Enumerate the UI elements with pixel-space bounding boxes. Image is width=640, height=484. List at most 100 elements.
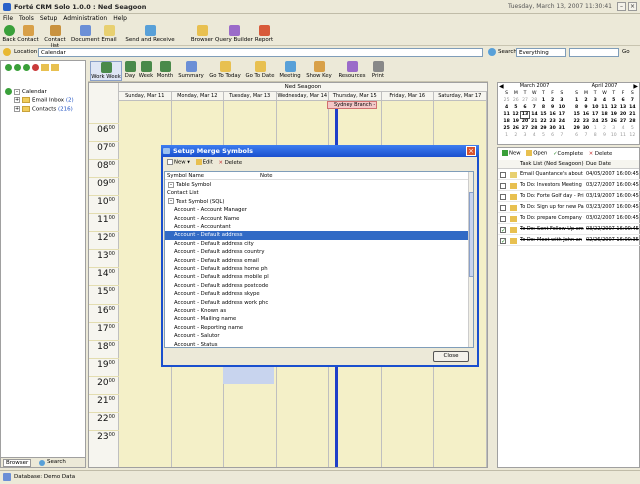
symbol-item[interactable]: Account - Account Manager <box>165 206 468 214</box>
symbol-group[interactable]: – Text Symbol (SQL) <box>165 198 468 206</box>
mini-calendar-day[interactable]: 29 <box>539 125 548 132</box>
mini-calendar-day[interactable]: 11 <box>600 104 609 111</box>
meeting-button[interactable]: Meeting <box>278 61 302 81</box>
mini-calendar-day[interactable]: 19 <box>609 111 618 118</box>
mini-calendar-day[interactable]: 13 <box>618 104 627 111</box>
menu-setup[interactable]: Setup <box>37 14 60 23</box>
mini-calendar-day[interactable]: 22 <box>539 118 548 125</box>
go-to-today-button[interactable]: Go To Today <box>208 61 242 81</box>
mini-calendar-day[interactable]: 5 <box>628 125 637 132</box>
symbol-item[interactable]: Account - Mailing name <box>165 315 468 323</box>
mini-calendar-day[interactable]: 9 <box>548 104 557 111</box>
mini-calendar-day[interactable]: 15 <box>539 111 548 118</box>
tree-remove-icon[interactable] <box>32 64 39 71</box>
mini-calendar-day[interactable]: 5 <box>609 97 618 104</box>
task-row[interactable]: To Do: prepare Company (03/02/2007 16:00… <box>498 214 640 224</box>
mini-calendar-day[interactable]: 16 <box>548 111 557 118</box>
symbol-item[interactable]: Account - Known as <box>165 307 468 315</box>
mini-calendar-day[interactable]: 2 <box>511 132 520 139</box>
symbol-item[interactable]: Account - Default address home ph <box>165 265 468 273</box>
contact-list-button[interactable]: Contact list <box>40 25 70 49</box>
mini-calendar-day[interactable]: 16 <box>581 111 590 118</box>
mini-calendar-day[interactable]: 24 <box>591 118 600 125</box>
minimize-button[interactable]: – <box>617 2 626 11</box>
symbol-item[interactable]: Account - Account Name <box>165 215 468 223</box>
task-row[interactable]: To Do: Sign up for new Pa 03/23/2007 16:0… <box>498 203 640 213</box>
collapse-icon[interactable]: – <box>168 181 174 188</box>
mini-calendar-day[interactable]: 10 <box>609 132 618 139</box>
symbol-item[interactable]: Account - Default address city <box>165 240 468 248</box>
mini-calendar-day[interactable]: 30 <box>548 125 557 132</box>
send-receive-button[interactable]: Send and Receive <box>119 25 181 45</box>
mini-calendar-day[interactable]: 4 <box>600 97 609 104</box>
tab-browser[interactable]: Browser <box>3 459 32 467</box>
tree-newfolder-icon[interactable] <box>51 64 59 71</box>
mini-calendar-day[interactable]: 25 <box>502 125 511 132</box>
mini-calendar-day[interactable]: 7 <box>628 97 637 104</box>
symbol-item[interactable]: Account - Default address work phc <box>165 299 468 307</box>
mini-calendar-day[interactable]: 27 <box>618 118 627 125</box>
column-due-date[interactable]: Due Date <box>586 160 611 169</box>
mini-calendar-day[interactable]: 8 <box>591 132 600 139</box>
menu-administration[interactable]: Administration <box>60 14 110 23</box>
mini-calendar-day[interactable]: 6 <box>572 132 581 139</box>
mini-calendar-day[interactable]: 9 <box>581 104 590 111</box>
browser-button[interactable]: Browser <box>190 25 214 45</box>
mini-calendar-day[interactable]: 9 <box>600 132 609 139</box>
query-builder-button[interactable]: Query Builder <box>215 25 253 45</box>
close-window-button[interactable]: × <box>628 2 637 11</box>
mini-calendar-day[interactable]: 5 <box>539 132 548 139</box>
mini-calendar-day[interactable]: 14 <box>530 111 539 118</box>
tree-forward-icon[interactable] <box>14 64 21 71</box>
contact-button[interactable]: Contact <box>17 25 39 45</box>
mini-calendar-day[interactable]: 19 <box>511 118 520 125</box>
mini-calendar-day[interactable]: 1 <box>572 97 581 104</box>
scrollbar-thumb[interactable] <box>469 192 473 277</box>
search-go-button[interactable]: Go <box>622 49 630 55</box>
mini-calendar-day[interactable]: 3 <box>557 97 566 104</box>
task-row[interactable]: To Do: Forte Golf day - Pri 03/19/2007 16… <box>498 192 640 202</box>
mini-calendar-day[interactable]: 6 <box>520 104 529 111</box>
mini-calendar-day[interactable]: 24 <box>557 118 566 125</box>
calendar-event[interactable]: Sydney Branch - <box>327 101 377 109</box>
mini-calendar-day[interactable]: 3 <box>591 97 600 104</box>
menu-tools[interactable]: Tools <box>16 14 37 23</box>
mini-calendar-day[interactable]: 10 <box>591 104 600 111</box>
mini-calendar-day[interactable]: 4 <box>618 125 627 132</box>
symbol-item[interactable]: Account - Accountant <box>165 223 468 231</box>
dialog-new-button[interactable]: New ▾ <box>165 159 192 166</box>
symbol-item[interactable]: Contact List <box>165 189 468 197</box>
go-to-date-button[interactable]: Go To Date <box>244 61 276 81</box>
collapse-icon[interactable]: – <box>168 198 174 205</box>
mini-calendar-day[interactable]: 17 <box>557 111 566 118</box>
mini-calendar-day[interactable]: 10 <box>557 104 566 111</box>
mini-calendar-day[interactable]: 1 <box>502 132 511 139</box>
task-checkbox[interactable] <box>500 205 506 211</box>
task-new-button[interactable]: New <box>500 150 523 157</box>
month-view-button[interactable]: Month <box>155 61 175 81</box>
symbol-group[interactable]: – Table Symbol <box>165 181 468 189</box>
symbol-item[interactable]: Account - Default address email <box>165 257 468 265</box>
mini-calendar-day[interactable]: 14 <box>628 104 637 111</box>
print-button[interactable]: Print <box>370 61 386 81</box>
tree-add-icon[interactable] <box>23 64 30 71</box>
tree-item-email-inbox[interactable]: + Email Inbox (2) <box>14 97 74 104</box>
task-checkbox[interactable] <box>500 226 506 234</box>
mini-calendar-day[interactable]: 8 <box>572 104 581 111</box>
mini-calendar-day[interactable]: 26 <box>511 97 520 104</box>
mini-calendar-day[interactable]: 21 <box>530 118 539 125</box>
mini-calendar-day[interactable]: 13 <box>519 110 531 119</box>
mini-calendar-day[interactable]: 12 <box>628 132 637 139</box>
mini-calendar-day[interactable]: 3 <box>520 132 529 139</box>
tree-folder-icon[interactable] <box>41 64 49 71</box>
mini-calendar-day[interactable]: 8 <box>539 104 548 111</box>
mini-calendar-day[interactable]: 23 <box>548 118 557 125</box>
task-checkbox[interactable] <box>500 216 506 222</box>
dialog-edit-button[interactable]: Edit <box>194 159 215 166</box>
work-week-button[interactable]: Work Week <box>90 61 122 81</box>
back-button[interactable]: Back <box>2 25 16 45</box>
mini-calendar-day[interactable]: 28 <box>530 97 539 104</box>
column-note[interactable]: Note <box>260 172 273 180</box>
mini-calendar-day[interactable]: 7 <box>557 132 566 139</box>
mini-calendar-day[interactable]: 1 <box>591 125 600 132</box>
